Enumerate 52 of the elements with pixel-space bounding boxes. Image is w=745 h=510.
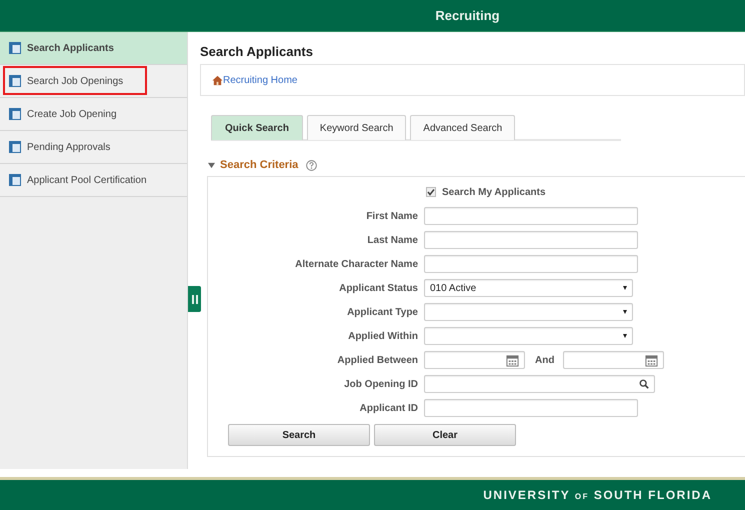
dropdown[interactable]: 010 Active (424, 279, 633, 297)
search-button[interactable]: Search (228, 424, 370, 446)
sidebar-item-label: Pending Approvals (27, 142, 110, 152)
sidebar-item[interactable]: Search Job Openings (0, 65, 187, 98)
sidebar-item[interactable]: Search Applicants (0, 32, 187, 65)
section-title: Search Criteria (220, 159, 298, 171)
help-icon[interactable] (306, 160, 318, 170)
university-wordmark: UNIVERSITY OF SOUTH FLORIDA (483, 488, 712, 502)
page-icon (9, 174, 21, 186)
date-field[interactable] (424, 351, 525, 369)
search-tab[interactable]: Keyword Search (306, 115, 406, 140)
lookup-field[interactable] (424, 375, 655, 393)
text-field[interactable] (424, 399, 638, 417)
collapse-handle[interactable] (188, 286, 201, 312)
field-label: Last Name (367, 234, 418, 246)
search-tab[interactable]: Advanced Search (410, 115, 516, 140)
field-label: Applicant Type (347, 306, 418, 318)
calendar-icon[interactable] (645, 354, 658, 366)
caret-icon (623, 334, 627, 338)
clear-button[interactable]: Clear (374, 424, 516, 446)
field-label: First Name (366, 210, 418, 222)
caret-icon (623, 310, 627, 314)
field-label: Applied Within (348, 330, 418, 342)
sidebar-item-label: Create Job Opening (27, 108, 117, 120)
sidebar-item-label: Search Applicants (27, 42, 114, 54)
collapse-triangle-icon[interactable] (208, 162, 215, 168)
calendar-icon[interactable] (506, 354, 519, 366)
page-title: Search Applicants (200, 44, 314, 61)
field-label: Alternate Character Name (295, 258, 418, 270)
sidebar-item-label: Applicant Pool Certification (27, 174, 147, 186)
field-label: Applicant ID (360, 402, 418, 414)
text-field[interactable] (424, 231, 638, 249)
text-field[interactable] (424, 255, 638, 273)
caret-icon (623, 286, 627, 290)
recruiting-home-link[interactable]: Recruiting Home (223, 74, 298, 86)
search-tab[interactable]: Quick Search (211, 115, 303, 140)
field-label: Applied Between (337, 354, 418, 366)
page-icon (9, 108, 21, 120)
page-icon (9, 75, 21, 87)
date-field[interactable] (563, 351, 664, 369)
checkbox[interactable] (426, 187, 436, 197)
field-label: Job Opening ID (344, 378, 418, 390)
home-icon (212, 74, 223, 86)
search-icon[interactable] (639, 379, 649, 389)
page-icon (9, 42, 21, 54)
page-icon (9, 141, 21, 153)
app-title: Recruiting (435, 8, 500, 23)
text-field[interactable] (424, 207, 638, 225)
sidebar-item-label: Search Job Openings (27, 76, 124, 86)
field-label: Applicant Status (339, 282, 418, 294)
and-label: And (535, 354, 554, 366)
checkbox-label: Search My Applicants (442, 186, 546, 198)
